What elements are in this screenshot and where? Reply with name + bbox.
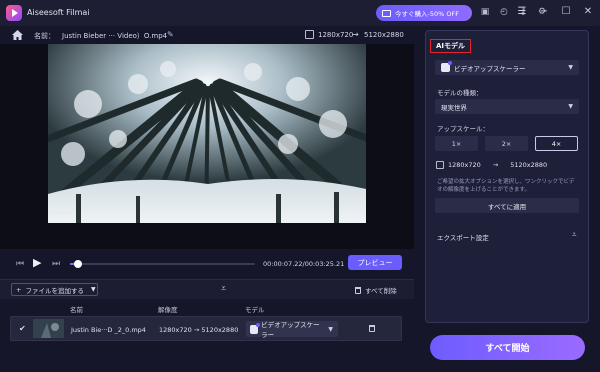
arrow-icon: →	[492, 161, 499, 169]
playback-controls: ⏮ ▶ ⏭ 00:00:07.22/00:03:25.21 プレビュー	[0, 249, 414, 279]
edit-icon[interactable]: ✎	[167, 30, 174, 39]
skip-back-icon[interactable]: ⏮	[16, 259, 24, 269]
main-area: 名前： Justin Bieber ··· Video）O.mp4 ✎ 1280…	[0, 26, 414, 372]
target-resolution: 5120x2880	[364, 31, 404, 39]
column-name: 名前	[70, 306, 83, 314]
column-resolution: 解像度	[158, 306, 178, 314]
trash-icon[interactable]	[369, 325, 375, 332]
chevron-down-icon: ▼	[328, 325, 333, 333]
row-model-select[interactable]: ビデオアップスケーラー ▼	[246, 321, 338, 339]
row-filename: Justin Bie···D _2_0.mp4	[71, 326, 146, 334]
skip-forward-icon[interactable]: ⏭	[52, 259, 60, 269]
buy-now-label: 今すぐ購入-50% OFF	[395, 10, 459, 18]
panel-res-to: 5120x2880	[510, 161, 548, 169]
ai-model-panel: AIモデル ビデオアップスケーラー ▼ モデルの種類： 現実世界 ▼ アップスケ…	[425, 30, 589, 323]
arrow-icon: →	[352, 30, 359, 39]
model-select-label: ビデオアップスケーラー	[454, 64, 526, 73]
upscaler-icon	[250, 322, 261, 334]
upscale-hint: ご希望の拡大オプションを選択し、ワンクリックでビデオの解像度を上げることができま…	[437, 179, 575, 193]
ai-model-title: AIモデル	[430, 39, 472, 53]
app-title: Aiseesoft Filmai	[27, 8, 90, 17]
name-label: 名前：	[34, 32, 55, 40]
upscaler-icon	[441, 61, 452, 72]
panel-res-from: 1280x720	[448, 161, 481, 169]
add-file-label: ファイルを追加する	[25, 286, 84, 295]
file-list-header: 名前 解像度 モデル	[0, 299, 414, 315]
start-all-button[interactable]: すべて開始	[430, 335, 585, 360]
delete-all-label: すべて削除	[365, 287, 397, 295]
collapse-icon[interactable]: ⩡	[221, 284, 226, 294]
delete-all-button[interactable]: すべて削除	[355, 285, 397, 295]
export-settings-label[interactable]: エクスポート設定	[437, 232, 489, 242]
buy-now-button[interactable]: 今すぐ購入-50% OFF	[376, 5, 472, 21]
file-toolbar: + ファイルを追加する ▼ ⩡ すべて削除	[0, 279, 414, 299]
title-bar: Aiseesoft Filmai 今すぐ購入-50% OFF ▣ ◴ ⚷ ⚙ ☰…	[0, 0, 600, 26]
scale-2x-button[interactable]: 2×	[485, 136, 528, 151]
scale-4x-button[interactable]: 4×	[535, 136, 578, 151]
add-file-button[interactable]: + ファイルを追加する ▼	[11, 283, 98, 296]
history-icon[interactable]: ◴	[498, 6, 510, 18]
trash-icon	[355, 286, 361, 294]
settings-sidebar: AIモデル ビデオアップスケーラー ▼ モデルの種類： 現実世界 ▼ アップスケ…	[414, 26, 600, 372]
output-resolution: 1280x720 → 5120x2880	[436, 161, 547, 169]
progress-bar[interactable]	[70, 263, 255, 265]
close-icon[interactable]: ✕	[582, 6, 594, 18]
upscale-options: 1× 2× 4×	[435, 136, 578, 151]
minimize-icon[interactable]: −	[538, 6, 550, 18]
resolution-icon	[305, 30, 314, 39]
maximize-icon[interactable]: ☐	[560, 6, 572, 18]
time-display: 00:00:07.22/00:03:25.21	[263, 260, 345, 268]
checkmark-icon[interactable]: ✔	[19, 324, 26, 333]
chevron-down-icon: ▼	[90, 286, 96, 293]
upscale-label: アップスケール：	[437, 125, 489, 133]
row-resolution: 1280x720 → 5120x2880	[159, 326, 239, 334]
row-model-label: ビデオアップスケーラー	[261, 321, 320, 339]
video-preview: KINFINI	[0, 44, 414, 249]
chevron-down-icon: ▼	[568, 64, 573, 71]
apply-all-button[interactable]: すべてに適用	[435, 198, 579, 213]
snowy-forest-image	[48, 44, 366, 223]
model-type-select[interactable]: 現実世界 ▼	[435, 99, 579, 114]
model-select[interactable]: ビデオアップスケーラー ▼	[435, 60, 579, 75]
video-frame	[48, 44, 366, 223]
chevron-down-icon: ▼	[568, 103, 573, 110]
source-resolution: 1280x720	[318, 31, 354, 39]
file-info-bar: 名前： Justin Bieber ··· Video）O.mp4 ✎ 1280…	[0, 26, 414, 44]
file-name: Justin Bieber ··· Video）O.mp4	[62, 32, 168, 40]
column-model: モデル	[245, 306, 265, 314]
progress-knob[interactable]	[74, 260, 82, 268]
scale-1x-button[interactable]: 1×	[435, 136, 478, 151]
menu-icon[interactable]: ☰	[516, 6, 528, 18]
home-icon[interactable]	[12, 30, 23, 40]
feedback-icon[interactable]: ▣	[479, 6, 491, 18]
model-type-label: モデルの種類：	[437, 89, 483, 97]
video-watermark: KINFINI	[50, 210, 76, 217]
plus-icon: +	[16, 285, 22, 294]
model-type-value: 現実世界	[441, 103, 467, 112]
cart-icon	[382, 9, 391, 17]
chevron-down-icon[interactable]: ⩡	[572, 230, 577, 240]
table-row[interactable]: ✔ Justin Bie···D _2_0.mp4 1280x720 → 512…	[10, 316, 402, 341]
preview-button[interactable]: プレビュー	[348, 255, 402, 270]
play-icon[interactable]: ▶	[33, 257, 41, 268]
app-logo-icon	[6, 5, 22, 21]
video-thumbnail	[33, 319, 64, 338]
resolution-icon	[436, 161, 444, 169]
